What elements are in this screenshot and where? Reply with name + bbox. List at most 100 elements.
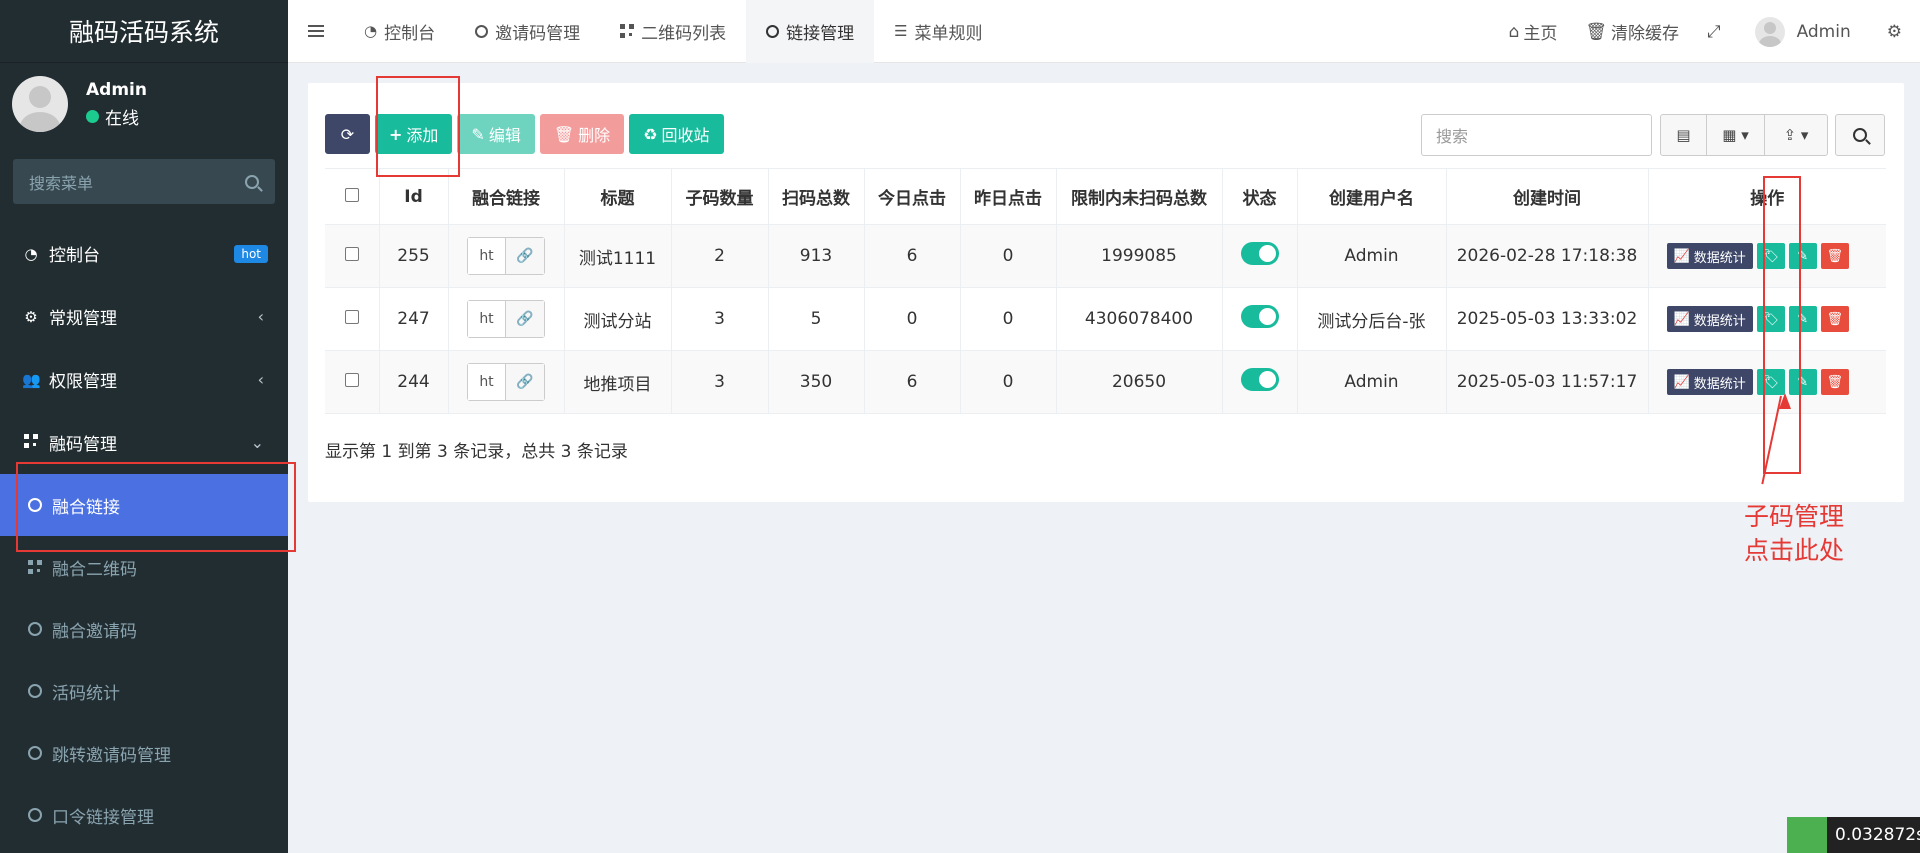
columns-icon[interactable]: ▦ ▾ (1707, 115, 1765, 155)
link-group: ht 🔗 (467, 300, 545, 338)
cell-today: 6 (864, 224, 961, 288)
row-delete-button[interactable]: 🗑 (1820, 243, 1849, 269)
sidebar-subitem-password-link[interactable]: 口令链接管理 (0, 784, 288, 846)
cell-creator: Admin (1297, 350, 1447, 414)
col-header: 子码数量 (671, 168, 769, 225)
row-checkbox[interactable] (344, 310, 359, 324)
sidebar-item-dashboard[interactable]: ◔ 控制台 hot (0, 222, 288, 285)
qrcode-icon (28, 560, 42, 574)
col-header: 限制内未扫码总数 (1056, 168, 1223, 225)
tab-dashboard[interactable]: ◔ 控制台 (344, 0, 455, 63)
cell-status (1222, 224, 1298, 288)
card-view-icon[interactable]: ▤ (1661, 115, 1707, 155)
stats-button[interactable]: 📈 数据统计 (1666, 369, 1753, 395)
qrcode-icon (22, 433, 40, 452)
user-menu[interactable]: Admin (1735, 16, 1873, 47)
row-delete-button[interactable]: 🗑 (1820, 369, 1849, 395)
circle-icon (28, 622, 42, 636)
edit-button[interactable]: ✎ 编辑 (457, 114, 535, 154)
stats-button[interactable]: 📈 数据统计 (1666, 306, 1753, 332)
col-header: 融合链接 (448, 168, 565, 225)
menu-toggle-icon[interactable] (288, 22, 344, 40)
avatar (12, 76, 68, 132)
clear-cache-button[interactable]: 🗑 清除缓存 (1571, 19, 1693, 45)
select-all-cell (325, 168, 380, 225)
status-toggle[interactable] (1240, 305, 1279, 328)
trash-icon: 🗑 (1585, 21, 1607, 42)
avatar (1754, 16, 1785, 47)
cell-scan-total: 913 (768, 224, 865, 288)
col-header: 状态 (1222, 168, 1298, 225)
chart-icon: 📈 (1673, 248, 1690, 264)
link-icon[interactable]: 🔗 (506, 364, 544, 400)
row-select-cell (325, 224, 380, 288)
row-select-cell (325, 350, 380, 414)
circle-icon (28, 746, 42, 760)
chevron-left-icon: ‹ (257, 370, 264, 389)
cell-title: 测试分站 (564, 287, 672, 351)
cell-id: 244 (379, 350, 449, 414)
link-input[interactable]: ht (468, 364, 506, 400)
cell-id: 255 (379, 224, 449, 288)
trash-icon: 🗑 (1826, 311, 1843, 327)
home-link[interactable]: ⌂ 主页 (1495, 19, 1572, 45)
user-panel: Admin 在线 (0, 63, 288, 145)
tab-qrcode-list[interactable]: 二维码列表 (600, 0, 746, 63)
cell-today: 0 (864, 287, 961, 351)
cell-scan-total: 350 (768, 350, 865, 414)
list-icon: ☰ (894, 22, 908, 40)
annotation-note: 子码管理 点击此处 (1744, 502, 1845, 565)
table-row: 255 ht 🔗 测试1111 2 913 6 0 1999085 Admin 2… (325, 224, 1886, 288)
cell-created: 2025-05-03 11:57:17 (1446, 350, 1649, 414)
cell-sub-count: 2 (671, 224, 769, 288)
tab-link-manage[interactable]: 链接管理 (746, 0, 875, 63)
row-checkbox[interactable] (344, 373, 359, 387)
cell-today: 6 (864, 350, 961, 414)
chevron-down-icon: ⌄ (250, 433, 264, 452)
user-name: Admin (86, 79, 147, 100)
app-logo[interactable]: 融码活码系统 (0, 0, 288, 63)
status-toggle[interactable] (1240, 242, 1279, 265)
sidebar-subitem-merge-invite[interactable]: 融合邀请码 (0, 598, 288, 660)
cell-yesterday: 0 (960, 224, 1057, 288)
export-icon[interactable]: ⇪ ▾ (1765, 115, 1827, 155)
refresh-button[interactable]: ⟳ (325, 114, 370, 154)
cell-title: 地推项目 (564, 350, 672, 414)
cell-link: ht 🔗 (448, 350, 565, 414)
sidebar-subitem-stats[interactable]: 活码统计 (0, 660, 288, 722)
debug-timer[interactable]: 0.032872s (1787, 817, 1920, 853)
cell-title: 测试1111 (564, 224, 672, 288)
chart-icon: 📈 (1673, 311, 1690, 327)
tab-menu-rules[interactable]: ☰ 菜单规则 (874, 0, 1002, 63)
sidebar-item-general[interactable]: ⚙ 常规管理 ‹ (0, 285, 288, 348)
settings-icon[interactable]: ⚙ (1873, 22, 1920, 42)
link-input[interactable]: ht (468, 301, 506, 337)
home-icon: ⌂ (1508, 21, 1520, 42)
circle-icon (766, 24, 780, 38)
menu-search-input[interactable]: 搜索菜单 (13, 159, 275, 204)
row-checkbox[interactable] (344, 247, 359, 261)
fullscreen-icon[interactable]: ⤢ (1693, 22, 1735, 42)
row-select-cell (325, 287, 380, 351)
cell-created: 2026-02-28 17:18:38 (1446, 224, 1649, 288)
stats-button[interactable]: 📈 数据统计 (1666, 243, 1753, 269)
recycle-bin-button[interactable]: ♻ 回收站 (629, 114, 724, 154)
link-icon[interactable]: 🔗 (506, 301, 544, 337)
status-toggle[interactable] (1240, 368, 1279, 391)
table-tools: ▤ ▦ ▾ ⇪ ▾ (1660, 114, 1828, 156)
table-search-input[interactable]: 搜索 (1421, 114, 1652, 156)
annotation-box-add (376, 76, 460, 177)
sidebar-item-permissions[interactable]: 👥 权限管理 ‹ (0, 348, 288, 411)
link-icon[interactable]: 🔗 (506, 238, 544, 274)
advanced-search-button[interactable] (1835, 114, 1885, 156)
tab-invite-code[interactable]: 邀请码管理 (455, 0, 600, 63)
link-input[interactable]: ht (468, 238, 506, 274)
row-delete-button[interactable]: 🗑 (1820, 306, 1849, 332)
recycle-icon: ♻ (643, 124, 658, 144)
sidebar-subitem-redirect-invite[interactable]: 跳转邀请码管理 (0, 722, 288, 784)
select-all-checkbox[interactable] (344, 187, 359, 202)
pencil-icon: ✎ (471, 124, 485, 144)
link-group: ht 🔗 (467, 237, 545, 275)
delete-button[interactable]: 🗑 删除 (539, 114, 625, 154)
cell-limit-unscanned: 1999085 (1056, 224, 1223, 288)
